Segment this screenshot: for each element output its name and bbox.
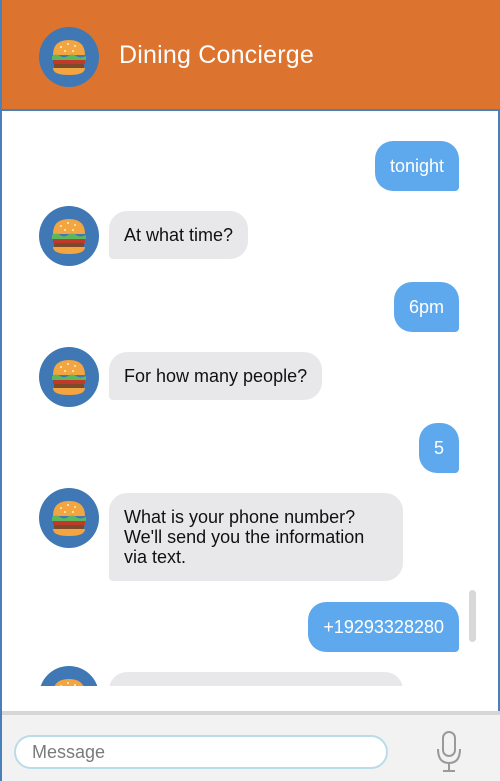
bot-avatar-hamburger-icon <box>39 347 99 407</box>
bot-message: For how many people? <box>109 352 323 400</box>
bot-message-line: We'll send you the information <box>124 527 365 547</box>
chat-title: Dining Concierge <box>119 41 314 69</box>
bot-message-line: via text. <box>124 547 187 567</box>
scrollbar-thumb[interactable] <box>469 590 476 642</box>
bot-message-line: At what time? <box>124 225 234 245</box>
bot-message-line: For how many people? <box>124 366 308 386</box>
chat-header: Dining Concierge <box>2 0 500 111</box>
user-message: 6pm <box>393 282 459 332</box>
bot-message: At what time? <box>109 211 249 259</box>
message-input[interactable] <box>14 735 388 769</box>
chat-window: Dining Concierge tonight At what time? 6… <box>0 0 500 781</box>
bot-avatar-hamburger-icon <box>39 666 99 686</box>
bot-message: What is your phone number? We'll send yo… <box>109 493 403 581</box>
hamburger-icon <box>39 27 99 87</box>
bot-message-partial <box>109 672 403 686</box>
composer-bar <box>2 711 500 781</box>
message-list[interactable]: tonight At what time? 6pm For how many p… <box>4 112 500 686</box>
user-message: 5 <box>418 423 459 473</box>
microphone-icon[interactable] <box>434 730 464 774</box>
user-message: +19293328280 <box>308 602 459 652</box>
user-message: tonight <box>374 141 459 191</box>
bot-message-line: What is your phone number? <box>124 507 356 527</box>
bot-avatar-hamburger-icon <box>39 206 99 266</box>
bot-avatar-hamburger-icon <box>39 488 99 548</box>
